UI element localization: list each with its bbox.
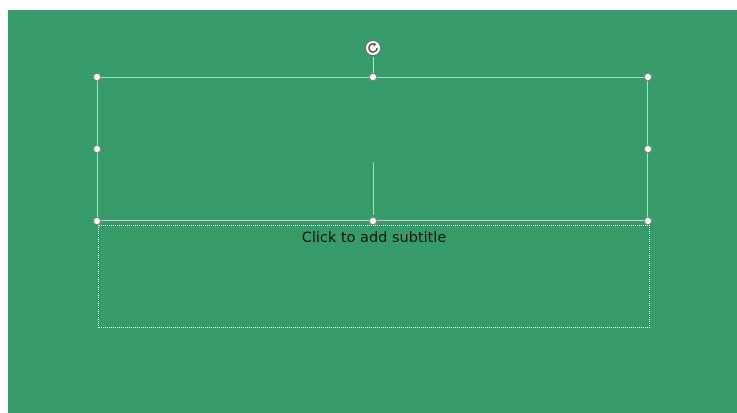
rotate-handle[interactable] — [363, 38, 383, 58]
subtitle-placeholder-text: Click to add subtitle — [301, 230, 447, 246]
resize-handle-left[interactable] — [93, 145, 101, 153]
slide[interactable]: Click to add subtitle — [8, 10, 737, 413]
resize-handle-top-left[interactable] — [93, 73, 101, 81]
editor-canvas: Click to add subtitle — [0, 0, 737, 413]
resize-handle-top[interactable] — [369, 73, 377, 81]
resize-handle-bottom[interactable] — [369, 217, 377, 225]
resize-handle-right[interactable] — [644, 145, 652, 153]
rotate-icon — [365, 40, 381, 56]
resize-handle-bottom-left[interactable] — [93, 217, 101, 225]
text-cursor — [373, 162, 374, 215]
resize-handle-top-right[interactable] — [644, 73, 652, 81]
subtitle-placeholder[interactable]: Click to add subtitle — [98, 225, 650, 328]
resize-handle-bottom-right[interactable] — [644, 217, 652, 225]
